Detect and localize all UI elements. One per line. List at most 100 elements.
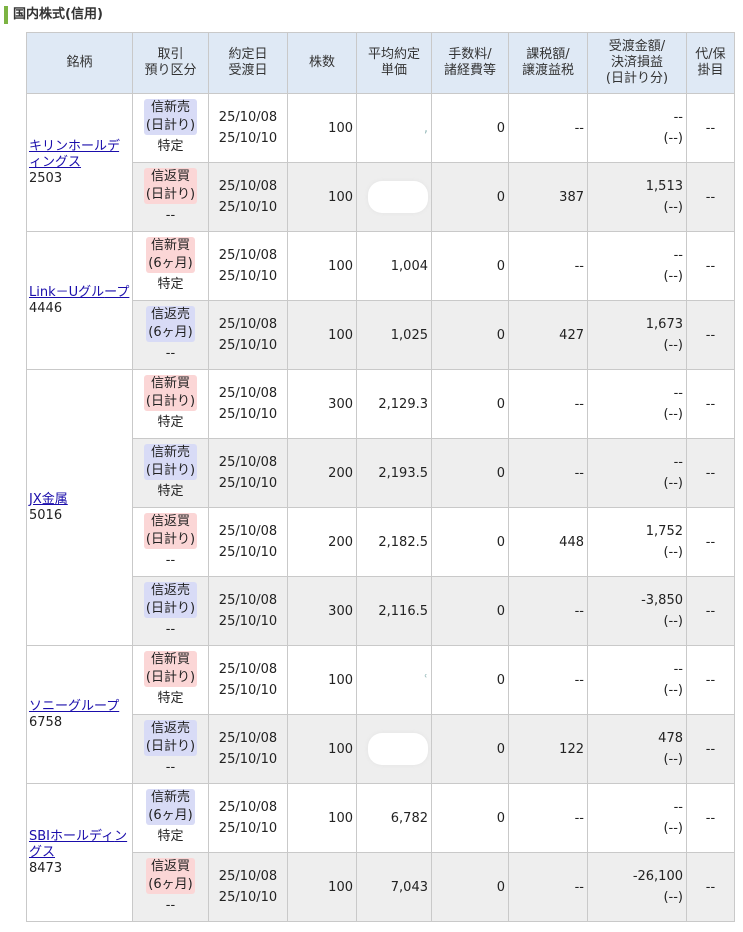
margin-trade-table: 銘柄 取引 預り区分 約定日 受渡日 株数 平均約定 単価 手数料/諸経費等 課税額/… [26, 32, 735, 922]
trade-term-label: (日計り) [145, 601, 196, 616]
stock-name-line[interactable]: Link－Uグル [29, 285, 104, 300]
quantity-cell: 100 [287, 300, 357, 370]
price-value: 2,129.3 [378, 396, 428, 412]
date-cell: 25/10/08 25/10/10 [208, 93, 288, 163]
yakujo-date: 25/10/08 [218, 386, 278, 401]
trade-type-cell: 信返買 (6ヶ月) -- [132, 852, 209, 922]
trade-type-tag: 信新買 (6ヶ月) [146, 237, 195, 273]
stock-name-line[interactable]: ィングス [29, 155, 81, 170]
trade-type-tag: 信新売 (6ヶ月) [146, 789, 195, 825]
trade-type-cell: 信新売 (日計り) 特定 [132, 93, 209, 163]
trade-type-label: 信新売 [150, 790, 190, 805]
stock-name-link[interactable]: ソニーグループ [29, 699, 132, 715]
margin-ratio-cell: -- [686, 231, 735, 301]
date-cell: 25/10/08 25/10/10 [208, 852, 288, 922]
margin-ratio-cell: -- [686, 300, 735, 370]
fee-cell: 0 [431, 300, 509, 370]
yakujo-date: 25/10/08 [218, 524, 278, 539]
avg-price-cell: ʿ [356, 645, 432, 715]
quantity-cell: 300 [287, 576, 357, 646]
table-row: Link－Uグループ 4446 信新買 (6ヶ月) 特定 25/10/08 25/10/10… [26, 231, 735, 370]
tax-cell: -- [508, 438, 588, 508]
price-value: 2,193.5 [378, 465, 428, 481]
stock-name-line[interactable]: SBIホールディ [29, 829, 114, 844]
stock-name-link[interactable]: キリンホールディングス [29, 139, 132, 171]
trade-type-tag: 信返買 (日計り) [143, 513, 198, 549]
trade-term-label: (日計り) [145, 187, 196, 202]
fee-cell: 0 [431, 231, 509, 301]
header-kazei: 課税額/譲渡益税 [508, 32, 588, 94]
table-row: 信返買 (日計り) -- 25/10/08 25/10/10 100 0 387 1,513 (-… [27, 162, 735, 232]
yakujo-date: 25/10/08 [218, 317, 278, 332]
avg-price-cell [356, 162, 432, 232]
header-meigara: 銘柄 [26, 32, 133, 94]
daytrade-pl: (--) [663, 407, 683, 422]
tax-cell: -- [508, 645, 588, 715]
date-cell: 25/10/08 25/10/10 [208, 645, 288, 715]
daytrade-pl: (--) [663, 821, 683, 836]
margin-ratio-cell: -- [686, 852, 735, 922]
trade-type-label: 信返売 [150, 721, 190, 736]
avg-price-cell: 6,782 [356, 783, 432, 853]
trade-term-label: (6ヶ月) [148, 325, 193, 340]
margin-ratio-cell: -- [686, 507, 735, 577]
table-row: 信返売 (日計り) -- 25/10/08 25/10/10 300 2,116.5 0 -- -… [27, 576, 735, 646]
header-heikin: 平均約定 単価 [356, 32, 432, 94]
stock-name-link[interactable]: SBIホールディングス [29, 829, 132, 861]
tax-cell: -- [508, 93, 588, 163]
price-value: 2,116.5 [378, 603, 428, 619]
stock-code: 6758 [29, 714, 63, 730]
fee-cell: 0 [431, 576, 509, 646]
trade-type-cell: 信返売 (6ヶ月) -- [132, 300, 209, 370]
stock-name-line[interactable]: キリンホールデ [29, 139, 119, 154]
settlement-amount: -- [673, 800, 683, 815]
stock-name-line[interactable]: ソニーグループ [29, 699, 119, 714]
trade-type-label: 信新売 [150, 100, 190, 115]
stock-name-link[interactable]: Link－Uグループ [29, 285, 132, 301]
header-tesuryo: 手数料/諸経費等 [431, 32, 509, 94]
settlement-cell: -- (--) [587, 93, 687, 163]
trade-term-label: (日計り) [145, 118, 196, 133]
account-type: 特定 [157, 691, 184, 706]
trade-term-label: (日計り) [145, 739, 196, 754]
ukewatashi-date: 25/10/10 [218, 269, 278, 284]
quantity-cell: 100 [287, 783, 357, 853]
stock-name-line[interactable]: ープ [104, 285, 129, 300]
daytrade-pl: (--) [663, 752, 683, 767]
trade-type-cell: 信新売 (6ヶ月) 特定 [132, 783, 209, 853]
settlement-amount: -- [673, 455, 683, 470]
yakujo-date: 25/10/08 [218, 179, 278, 194]
tax-cell: 122 [508, 714, 588, 784]
ukewatashi-date: 25/10/10 [218, 338, 278, 353]
trade-type-tag: 信返買 (日計り) [143, 168, 198, 204]
stock-cell: キリンホールディングス 2503 [26, 93, 133, 232]
ukewatashi-date: 25/10/10 [218, 890, 278, 905]
stock-code: 4446 [29, 300, 63, 316]
avg-price-cell [356, 714, 432, 784]
settlement-cell: -3,850 (--) [587, 576, 687, 646]
ukewatashi-date: 25/10/10 [218, 200, 278, 215]
settlement-cell: 1,673 (--) [587, 300, 687, 370]
table-row: 信返売 (6ヶ月) -- 25/10/08 25/10/10 100 1,025 0 427 1,… [27, 300, 735, 370]
margin-ratio-cell: -- [686, 369, 735, 439]
settlement-cell: -- (--) [587, 369, 687, 439]
avg-price-cell: 2,116.5 [356, 576, 432, 646]
tax-cell: -- [508, 852, 588, 922]
stock-name-link[interactable]: JX金属 [29, 492, 132, 508]
daytrade-pl: (--) [663, 614, 683, 629]
trade-term-label: (6ヶ月) [148, 808, 193, 823]
trade-term-label: (6ヶ月) [148, 256, 193, 271]
date-cell: 25/10/08 25/10/10 [208, 369, 288, 439]
margin-ratio-cell: -- [686, 438, 735, 508]
stock-name-line[interactable]: JX金属 [29, 492, 68, 507]
settlement-amount: 1,513 [645, 179, 683, 194]
ukewatashi-date: 25/10/10 [218, 683, 278, 698]
trade-term-label: (日計り) [145, 463, 196, 478]
trade-type-label: 信返買 [150, 169, 190, 184]
trade-term-label: (6ヶ月) [148, 877, 193, 892]
account-type: -- [165, 760, 176, 775]
price-trace: ʿ [424, 672, 428, 688]
ukewatashi-date: 25/10/10 [218, 476, 278, 491]
trade-type-label: 信返売 [150, 583, 190, 598]
trade-type-cell: 信返買 (日計り) -- [132, 162, 209, 232]
